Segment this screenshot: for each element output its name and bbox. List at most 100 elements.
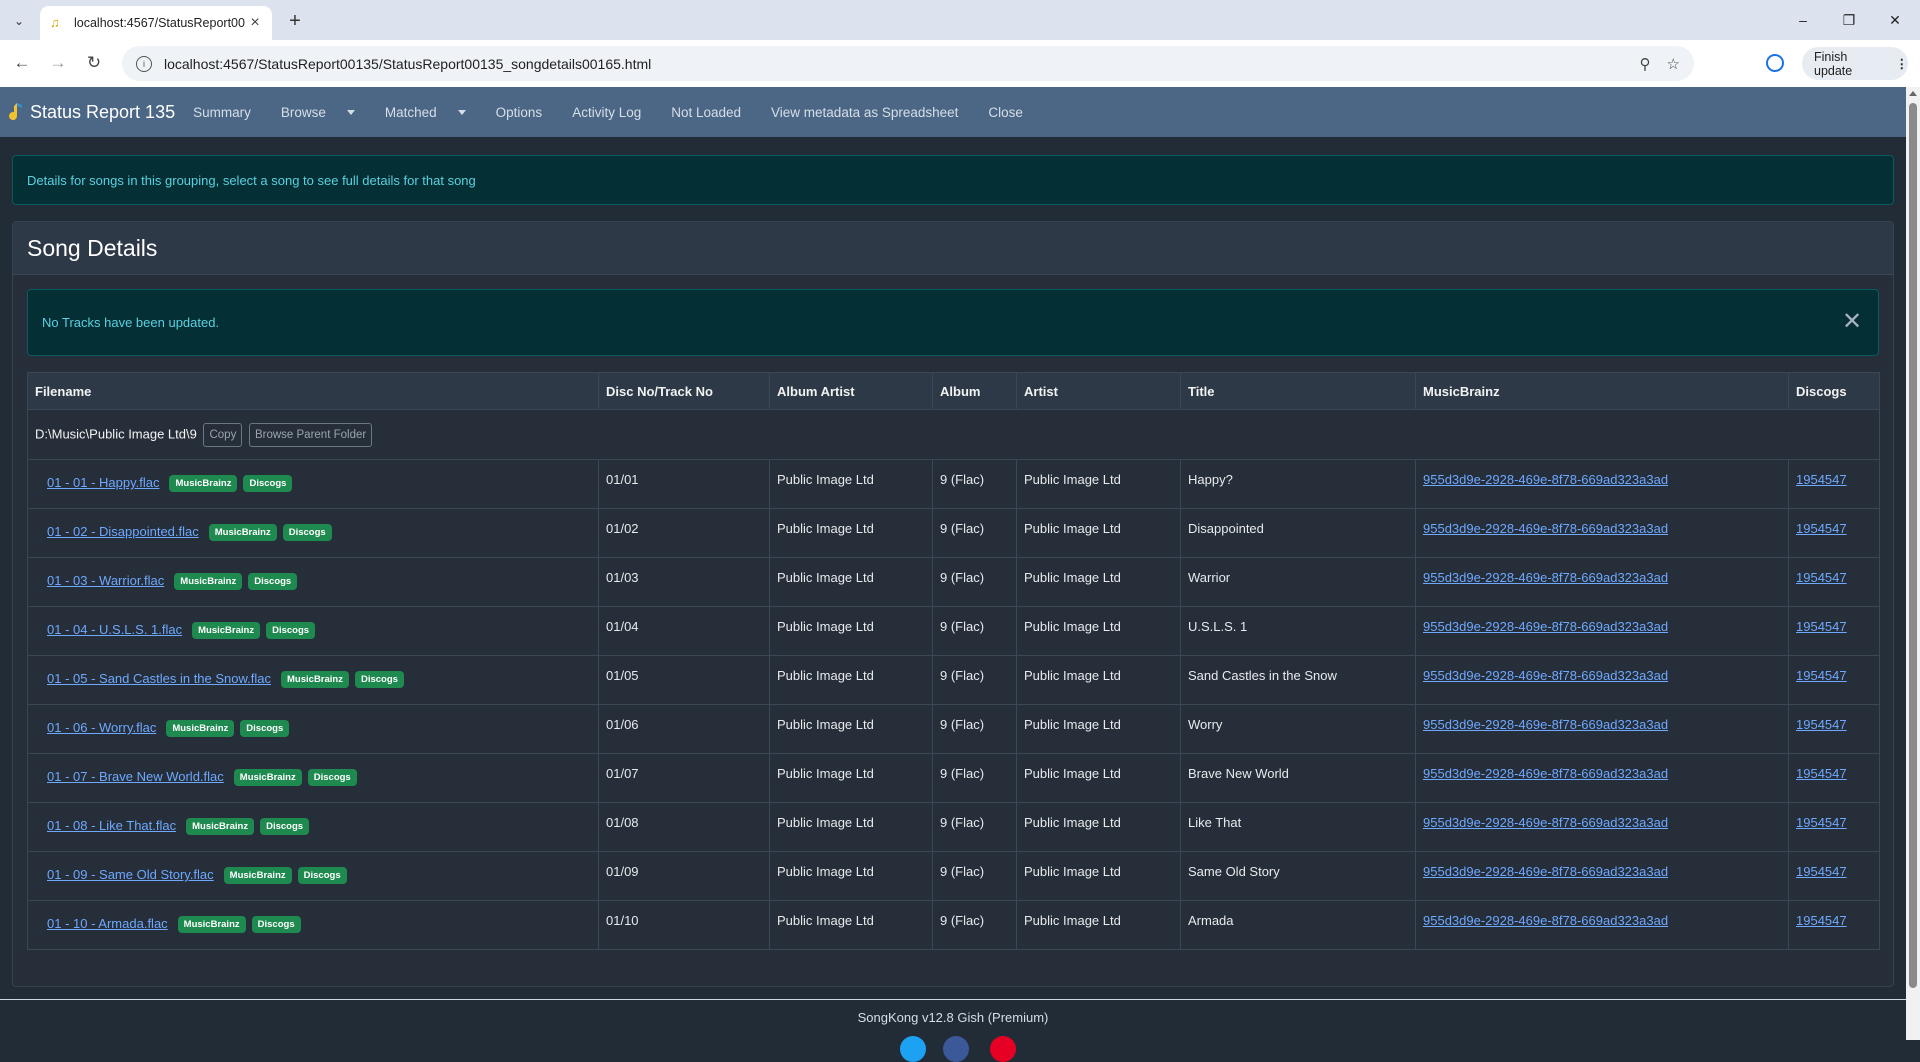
browse-parent-folder-button[interactable]: Browse Parent Folder bbox=[248, 422, 373, 447]
discogs-link[interactable]: 1954547 bbox=[1796, 570, 1847, 585]
discogs-link[interactable]: 1954547 bbox=[1796, 619, 1847, 634]
discogs-badge[interactable]: Discogs bbox=[266, 622, 316, 639]
musicbrainz-link[interactable]: 955d3d9e-2928-469e-8f78-669ad323a3ad bbox=[1423, 668, 1668, 683]
musicbrainz-link[interactable]: 955d3d9e-2928-469e-8f78-669ad323a3ad bbox=[1423, 521, 1668, 536]
discogs-link[interactable]: 1954547 bbox=[1796, 913, 1847, 928]
filename-link[interactable]: 01 - 06 - Worry.flac bbox=[47, 720, 156, 735]
column-header-discogs[interactable]: Discogs bbox=[1788, 372, 1880, 410]
filename-link[interactable]: 01 - 08 - Like That.flac bbox=[47, 818, 176, 833]
table-row[interactable]: 01 - 07 - Brave New World.flac MusicBrain… bbox=[27, 753, 1880, 803]
filename-link[interactable]: 01 - 09 - Same Old Story.flac bbox=[47, 867, 214, 882]
musicbrainz-badge[interactable]: MusicBrainz bbox=[186, 818, 255, 835]
musicbrainz-link[interactable]: 955d3d9e-2928-469e-8f78-669ad323a3ad bbox=[1423, 570, 1668, 585]
page-scrollbar[interactable] bbox=[1906, 87, 1920, 1040]
reload-icon[interactable]: ↻ bbox=[82, 51, 106, 75]
table-row[interactable]: 01 - 05 - Sand Castles in the Snow.flac M… bbox=[27, 655, 1880, 705]
filename-link[interactable]: 01 - 05 - Sand Castles in the Snow.flac bbox=[47, 671, 271, 686]
brand[interactable]: Status Report 135 bbox=[4, 101, 175, 123]
musicbrainz-link[interactable]: 955d3d9e-2928-469e-8f78-669ad323a3ad bbox=[1423, 864, 1668, 879]
zoom-icon[interactable]: ⚲ bbox=[1640, 55, 1651, 73]
musicbrainz-link[interactable]: 955d3d9e-2928-469e-8f78-669ad323a3ad bbox=[1423, 913, 1668, 928]
close-icon[interactable]: × bbox=[246, 14, 264, 32]
menu-dots-icon[interactable]: ⋮ bbox=[1896, 56, 1909, 71]
musicbrainz-badge[interactable]: MusicBrainz bbox=[192, 622, 261, 639]
discogs-badge[interactable]: Discogs bbox=[260, 818, 310, 835]
discogs-link[interactable]: 1954547 bbox=[1796, 766, 1847, 781]
table-row[interactable]: 01 - 01 - Happy.flac MusicBrainz Discogs 01… bbox=[27, 459, 1880, 509]
musicbrainz-link[interactable]: 955d3d9e-2928-469e-8f78-669ad323a3ad bbox=[1423, 815, 1668, 830]
scrollbar-thumb[interactable] bbox=[1909, 103, 1917, 988]
copy-button[interactable]: Copy bbox=[203, 422, 243, 447]
discogs-link[interactable]: 1954547 bbox=[1796, 521, 1847, 536]
close-icon[interactable]: ✕ bbox=[1838, 308, 1866, 336]
nav-item-activity-log[interactable]: Activity Log bbox=[572, 105, 656, 120]
table-row[interactable]: 01 - 09 - Same Old Story.flac MusicBrainz… bbox=[27, 851, 1880, 901]
table-row[interactable]: 01 - 03 - Warrior.flac MusicBrainz Discogs… bbox=[27, 557, 1880, 607]
column-header-disc-no-track-no[interactable]: Disc No/Track No bbox=[598, 372, 770, 410]
musicbrainz-badge[interactable]: MusicBrainz bbox=[177, 916, 246, 933]
scroll-up-arrow-icon[interactable] bbox=[1909, 91, 1917, 96]
musicbrainz-link[interactable]: 955d3d9e-2928-469e-8f78-669ad323a3ad bbox=[1423, 766, 1668, 781]
tab-list-icon[interactable]: ⌄ bbox=[8, 10, 30, 32]
filename-link[interactable]: 01 - 02 - Disappointed.flac bbox=[47, 524, 199, 539]
nav-item-matched[interactable]: Matched bbox=[385, 105, 481, 120]
filename-link[interactable]: 01 - 03 - Warrior.flac bbox=[47, 573, 164, 588]
discogs-badge[interactable]: Discogs bbox=[307, 769, 357, 786]
nav-item-browse[interactable]: Browse bbox=[281, 105, 370, 120]
table-row[interactable]: 01 - 04 - U.S.L.S. 1.flac MusicBrainz Disc… bbox=[27, 606, 1880, 656]
musicbrainz-badge[interactable]: MusicBrainz bbox=[281, 671, 349, 688]
table-row[interactable]: 01 - 10 - Armada.flac MusicBrainz Discogs 0… bbox=[27, 900, 1880, 950]
discogs-badge[interactable]: Discogs bbox=[240, 720, 290, 737]
discogs-badge[interactable]: Discogs bbox=[251, 916, 301, 933]
discogs-link[interactable]: 1954547 bbox=[1796, 668, 1847, 683]
site-info-icon[interactable]: i bbox=[136, 55, 152, 72]
musicbrainz-badge[interactable]: MusicBrainz bbox=[208, 524, 277, 541]
musicbrainz-link[interactable]: 955d3d9e-2928-469e-8f78-669ad323a3ad bbox=[1423, 472, 1668, 487]
back-icon[interactable]: ← bbox=[10, 51, 34, 75]
filename-link[interactable]: 01 - 01 - Happy.flac bbox=[47, 475, 159, 490]
musicbrainz-link[interactable]: 955d3d9e-2928-469e-8f78-669ad323a3ad bbox=[1423, 717, 1668, 732]
finish-update-button[interactable]: Finish update ⋮ bbox=[1802, 47, 1908, 80]
url-field[interactable]: i localhost:4567/StatusReport00135/Statu… bbox=[122, 46, 1694, 81]
discogs-link[interactable]: 1954547 bbox=[1796, 815, 1847, 830]
nav-item-options[interactable]: Options bbox=[496, 105, 558, 120]
nav-item-view-metadata-as-spreadsheet[interactable]: View metadata as Spreadsheet bbox=[771, 105, 973, 120]
discogs-badge[interactable]: Discogs bbox=[297, 867, 347, 884]
table-row[interactable]: 01 - 08 - Like That.flac MusicBrainz Disco… bbox=[27, 802, 1880, 852]
filename-link[interactable]: 01 - 07 - Brave New World.flac bbox=[47, 769, 224, 784]
musicbrainz-badge[interactable]: MusicBrainz bbox=[174, 573, 243, 590]
discogs-badge[interactable]: Discogs bbox=[243, 475, 293, 492]
musicbrainz-badge[interactable]: MusicBrainz bbox=[169, 475, 238, 492]
new-tab-icon[interactable]: + bbox=[282, 8, 308, 34]
discogs-link[interactable]: 1954547 bbox=[1796, 717, 1847, 732]
discogs-badge[interactable]: Discogs bbox=[354, 671, 404, 688]
column-header-filename[interactable]: Filename bbox=[27, 372, 599, 410]
browser-tab[interactable]: ♫ localhost:4567/StatusReport00135 × bbox=[40, 6, 272, 40]
nav-item-summary[interactable]: Summary bbox=[193, 105, 266, 120]
forward-icon[interactable]: → bbox=[46, 51, 70, 75]
window-close-icon[interactable]: ✕ bbox=[1872, 0, 1918, 40]
filename-link[interactable]: 01 - 10 - Armada.flac bbox=[47, 916, 168, 931]
column-header-album[interactable]: Album bbox=[932, 372, 1017, 410]
bookmark-star-icon[interactable]: ☆ bbox=[1667, 55, 1680, 73]
nav-item-not-loaded[interactable]: Not Loaded bbox=[671, 105, 756, 120]
discogs-link[interactable]: 1954547 bbox=[1796, 864, 1847, 879]
profile-icon[interactable] bbox=[1766, 54, 1784, 72]
table-row[interactable]: 01 - 02 - Disappointed.flac MusicBrainz Di… bbox=[27, 508, 1880, 558]
nav-item-close[interactable]: Close bbox=[988, 105, 1038, 120]
column-header-title[interactable]: Title bbox=[1180, 372, 1416, 410]
musicbrainz-badge[interactable]: MusicBrainz bbox=[166, 720, 235, 737]
column-header-musicbrainz[interactable]: MusicBrainz bbox=[1415, 372, 1789, 410]
column-header-artist[interactable]: Artist bbox=[1016, 372, 1181, 410]
discogs-link[interactable]: 1954547 bbox=[1796, 472, 1847, 487]
musicbrainz-badge[interactable]: MusicBrainz bbox=[233, 769, 302, 786]
minimize-icon[interactable]: – bbox=[1780, 0, 1826, 40]
discogs-badge[interactable]: Discogs bbox=[248, 573, 298, 590]
column-header-album-artist[interactable]: Album Artist bbox=[769, 372, 933, 410]
musicbrainz-link[interactable]: 955d3d9e-2928-469e-8f78-669ad323a3ad bbox=[1423, 619, 1668, 634]
filename-link[interactable]: 01 - 04 - U.S.L.S. 1.flac bbox=[47, 622, 182, 637]
discogs-badge[interactable]: Discogs bbox=[282, 524, 332, 541]
musicbrainz-badge[interactable]: MusicBrainz bbox=[223, 867, 292, 884]
restore-icon[interactable]: ❐ bbox=[1826, 0, 1872, 40]
table-row[interactable]: 01 - 06 - Worry.flac MusicBrainz Discogs 01… bbox=[27, 704, 1880, 754]
